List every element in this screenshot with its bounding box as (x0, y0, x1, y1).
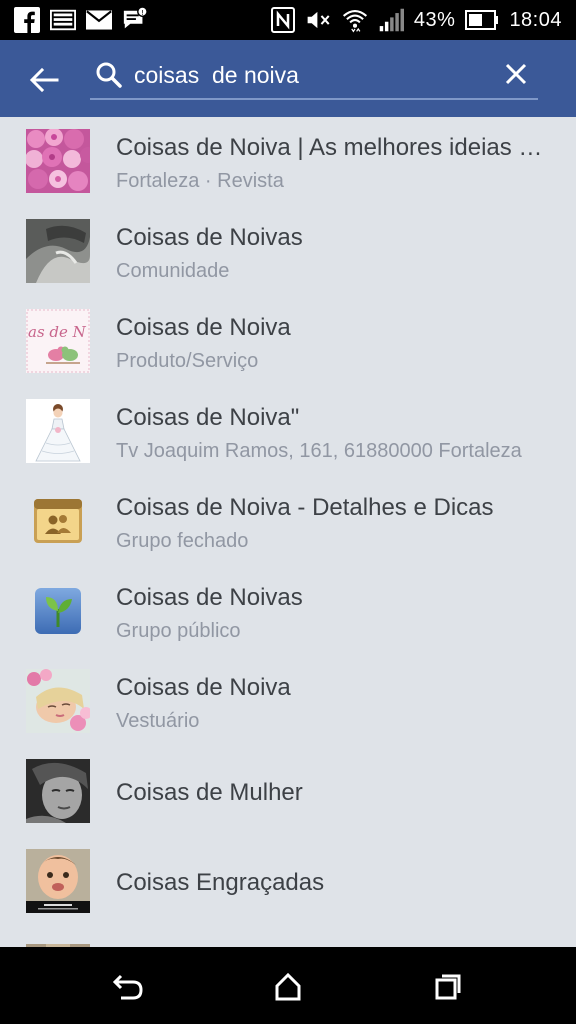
result-subtitle: Produto/Serviço (116, 350, 259, 372)
back-nav-icon (112, 974, 143, 1000)
recents-nav-icon (435, 974, 461, 1000)
battery-icon (465, 7, 499, 33)
woman-portrait-photo (26, 759, 90, 823)
nav-recents-button[interactable] (430, 969, 466, 1005)
search-input[interactable]: coisas de noiva (134, 62, 299, 89)
love-birds-logo: as de N (26, 309, 90, 373)
result-item[interactable]: Coisas de Noiva | As melhores ideias par… (0, 117, 576, 207)
result-title: Coisas de Noiva - Detalhes e Dicas (116, 494, 494, 521)
result-title: Coisas Engraçadas (116, 869, 325, 896)
next-result-thumbnail (26, 939, 90, 947)
battery-percent: 43% (413, 8, 456, 31)
image-icon (50, 7, 76, 33)
result-item[interactable]: Coisas de Noiva Vestuário (0, 657, 576, 747)
wedding-dress-photo (26, 219, 90, 283)
bride-flowers-photo (26, 669, 90, 733)
clock: 18:04 (509, 8, 562, 31)
baby-photo (26, 849, 90, 913)
closed-group-icon (26, 489, 90, 553)
search-field[interactable]: coisas de noiva (90, 52, 538, 100)
signal-icon (378, 7, 404, 33)
back-button[interactable] (24, 60, 64, 100)
svg-text:as de N: as de N (28, 323, 87, 341)
nav-home-button[interactable] (270, 969, 306, 1005)
result-subtitle: Comunidade (116, 260, 230, 282)
result-subtitle: Fortaleza · Revista (116, 170, 284, 192)
nav-back-button[interactable] (110, 969, 146, 1005)
facebook-icon (14, 7, 40, 33)
result-title: Coisas de Noivas (116, 584, 303, 611)
result-subtitle: Vestuário (116, 710, 200, 732)
clear-search-button[interactable] (500, 58, 532, 90)
result-item[interactable]: as de N Coisas de Noiva Produto/Serviço (0, 297, 576, 387)
status-bar: ! 43% 18:04 (0, 0, 576, 40)
result-item[interactable]: Coisas de Noivas Comunidade (0, 207, 576, 297)
result-item[interactable]: Coisas de Mulher (0, 747, 576, 837)
wifi-icon (342, 7, 368, 33)
result-subtitle: Tv Joaquim Ramos, 161, 61880000 Fortalez… (116, 440, 522, 462)
result-item[interactable]: Coisas de Noiva" Tv Joaquim Ramos, 161, … (0, 387, 576, 477)
result-title: Coisas de Noiva (116, 314, 291, 341)
result-item[interactable]: Coisas Engraçadas (0, 837, 576, 927)
result-title: Coisas de Mulher (116, 779, 303, 806)
bride-illustration (26, 399, 90, 463)
result-title: Coisas de Noiva (116, 674, 291, 701)
svg-text:!: ! (141, 8, 144, 17)
result-subtitle: Grupo fechado (116, 530, 249, 552)
close-icon (505, 63, 527, 85)
mute-icon (306, 7, 332, 33)
result-item[interactable]: Coisas de Noiva - Detalhes e Dicas Grupo… (0, 477, 576, 567)
message-icon: ! (122, 6, 148, 33)
search-results-list: Coisas de Noiva | As melhores ideias par… (0, 117, 576, 947)
result-title: Coisas de Noivas (116, 224, 303, 251)
search-icon (96, 62, 122, 88)
result-title: Coisas de Noiva | As melhores ideias par… (116, 134, 552, 161)
search-app-bar: coisas de noiva (0, 40, 576, 117)
pink-roses-photo (26, 129, 90, 193)
result-title: Coisas de Noiva" (116, 404, 300, 431)
nfc-icon (270, 7, 296, 33)
result-item[interactable] (0, 927, 576, 947)
home-nav-icon (275, 972, 301, 1001)
public-group-icon (26, 579, 90, 643)
mail-icon (86, 7, 112, 33)
system-nav-bar (0, 947, 576, 1024)
result-item[interactable]: Coisas de Noivas Grupo público (0, 567, 576, 657)
back-arrow-icon (29, 67, 59, 93)
result-subtitle: Grupo público (116, 620, 241, 642)
